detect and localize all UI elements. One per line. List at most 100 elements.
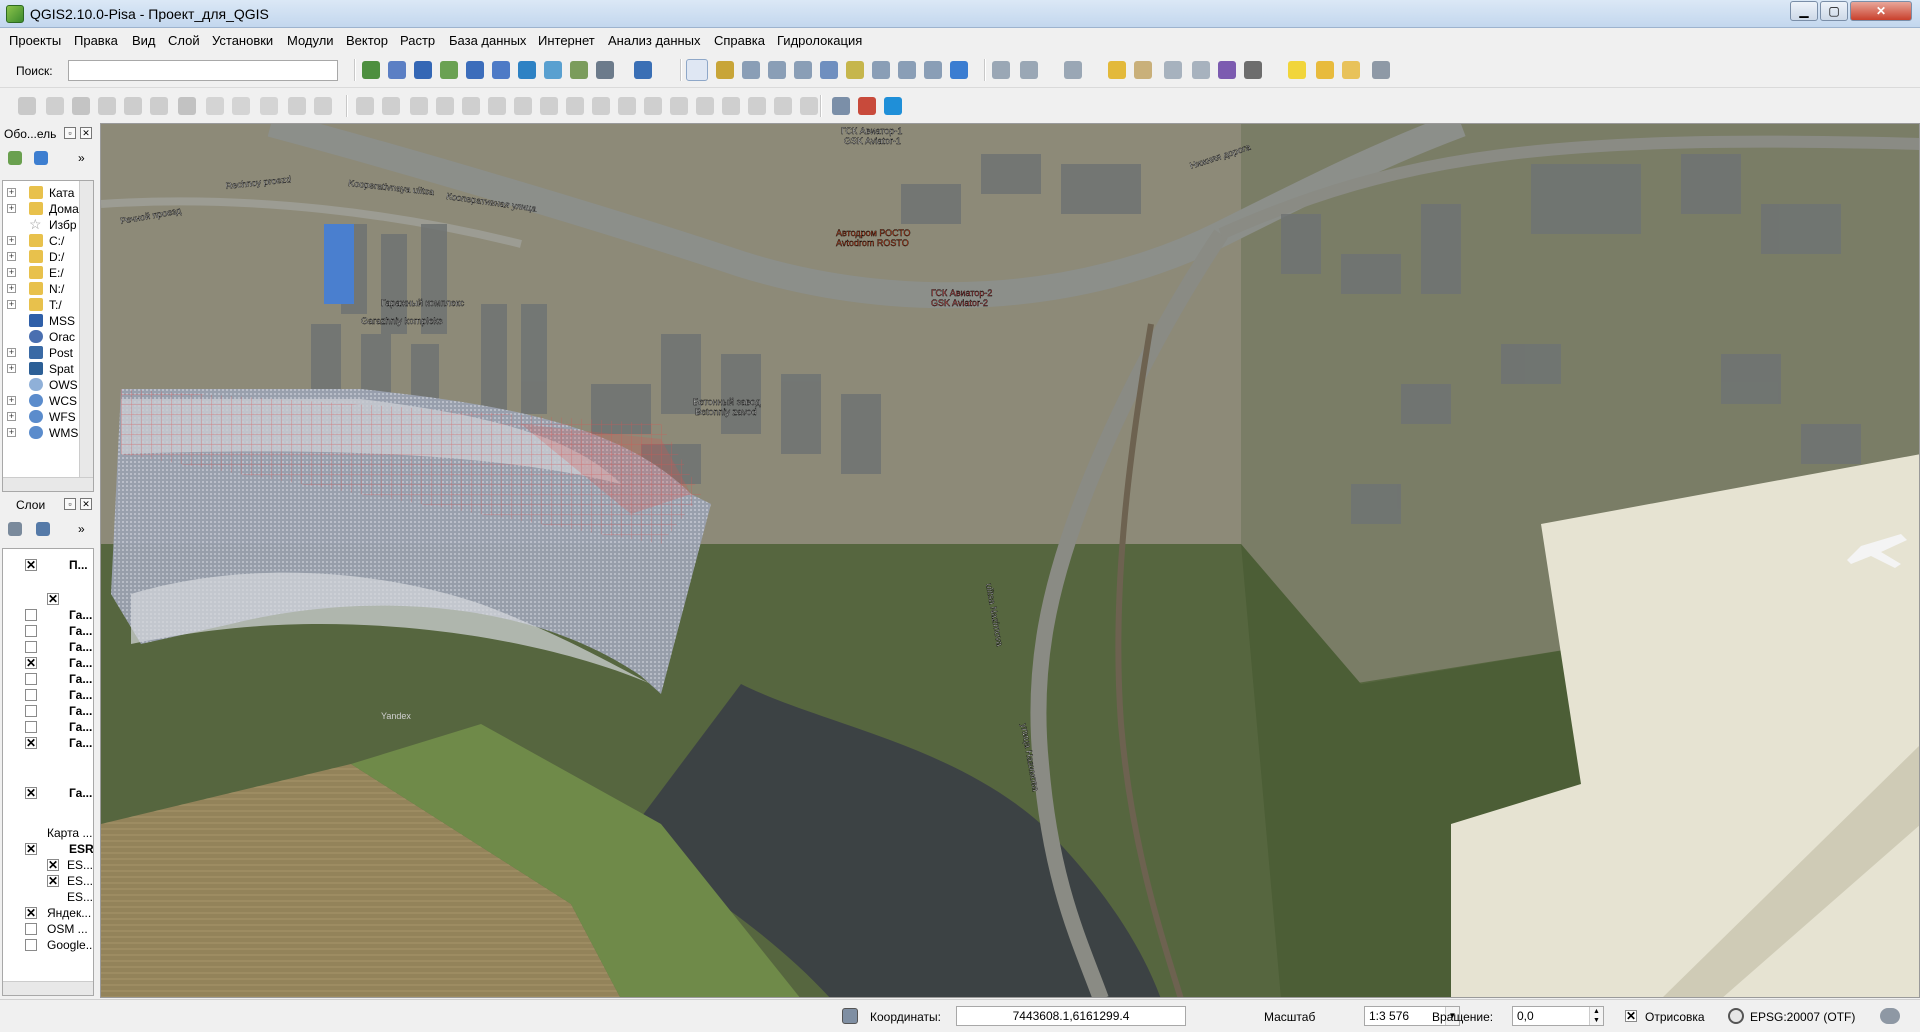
measure-icon[interactable]	[1244, 61, 1262, 79]
copy-features-icon[interactable]	[232, 97, 250, 115]
close-panel-button[interactable]: ✕	[80, 498, 92, 510]
identify-icon[interactable]	[992, 61, 1010, 79]
search-input[interactable]	[68, 60, 338, 81]
menu-web[interactable]: Интернет	[538, 33, 595, 48]
menu-data-analysis[interactable]: Анализ данных	[608, 33, 701, 48]
select-by-expression-icon[interactable]	[1134, 61, 1152, 79]
sonar-track-icon[interactable]	[858, 97, 876, 115]
toggle-editing-icon[interactable]	[46, 97, 64, 115]
menu-raster[interactable]: Растр	[400, 33, 435, 48]
merge-features-icon[interactable]	[670, 97, 688, 115]
open-project-icon[interactable]	[388, 61, 406, 79]
layer-item[interactable]: Га...	[3, 703, 93, 719]
zoom-layer-icon[interactable]	[872, 61, 890, 79]
layer-item[interactable]: Га...	[3, 639, 93, 655]
add-wcs-icon[interactable]	[544, 61, 562, 79]
layer-esri[interactable]: ✕ ES...	[3, 873, 93, 889]
add-wms-icon[interactable]	[518, 61, 536, 79]
layers-hscrollbar[interactable]	[3, 981, 93, 995]
layer-item[interactable]: Га...	[3, 623, 93, 639]
more-chevron-icon[interactable]: »	[78, 522, 85, 536]
save-edits-icon[interactable]	[72, 97, 90, 115]
render-checkbox[interactable]: ✕	[1625, 1010, 1637, 1022]
redo-icon[interactable]	[382, 97, 400, 115]
messages-icon[interactable]	[1880, 1008, 1900, 1024]
map-svg[interactable]: ГСК Авиатор-1 GSK Aviator-1 Rechnoy proe…	[101, 124, 1920, 998]
browser-vscrollbar[interactable]	[79, 181, 93, 477]
layer-symbol[interactable]: ✕	[3, 591, 93, 607]
add-layer-dropdown-icon[interactable]	[596, 61, 614, 79]
sonar-grid-icon[interactable]	[884, 97, 902, 115]
pan-hand-icon[interactable]	[686, 59, 708, 81]
zoom-in-icon[interactable]	[742, 61, 760, 79]
filter-legend-icon[interactable]	[36, 522, 50, 536]
layer-visibility-icon[interactable]	[8, 522, 22, 536]
text-annotation-icon[interactable]	[1372, 61, 1390, 79]
zoom-selection-icon[interactable]	[846, 61, 864, 79]
layer-group-p[interactable]: ✕ П...	[3, 557, 93, 573]
db-manager-icon[interactable]	[634, 61, 652, 79]
menu-edit[interactable]: Правка	[74, 33, 118, 48]
split-features-icon[interactable]	[618, 97, 636, 115]
add-wfs-icon[interactable]	[570, 61, 588, 79]
add-part-icon[interactable]	[462, 97, 480, 115]
add-selected-icon[interactable]	[8, 151, 22, 165]
spin-arrows-icon[interactable]: ▲ ▼	[1589, 1007, 1603, 1025]
layer-item[interactable]: ✕ Га...	[3, 735, 93, 751]
layer-google[interactable]: Google...	[3, 937, 93, 953]
rotation-spinbox[interactable]: 0,0 ▲ ▼	[1512, 1006, 1604, 1026]
label-tool-icon[interactable]	[288, 97, 306, 115]
add-vector-icon[interactable]	[440, 61, 458, 79]
layer-yandex[interactable]: ✕ Яндек...	[3, 905, 93, 921]
menu-help[interactable]: Справка	[714, 33, 765, 48]
layer-item[interactable]: Га...	[3, 687, 93, 703]
show-bookmarks-icon[interactable]	[1342, 61, 1360, 79]
statistics-sigma-icon[interactable]	[1218, 61, 1236, 79]
delete-ring-icon[interactable]	[514, 97, 532, 115]
select-features-icon[interactable]	[1064, 61, 1082, 79]
paste-features-icon[interactable]	[260, 97, 278, 115]
close-button[interactable]: ✕	[1850, 1, 1912, 21]
layer-osm[interactable]: OSM ...	[3, 921, 93, 937]
layer-group-esri[interactable]: ✕ ESR	[3, 841, 93, 857]
add-ring-icon[interactable]	[436, 97, 454, 115]
maximize-button[interactable]: ▢	[1820, 1, 1848, 21]
menu-layer[interactable]: Слой	[168, 33, 200, 48]
more-chevron-icon[interactable]: »	[78, 151, 85, 165]
move-feature-icon[interactable]	[124, 97, 142, 115]
zoom-last-icon[interactable]	[898, 61, 916, 79]
minimize-button[interactable]: ▁	[1790, 1, 1818, 21]
layer-item[interactable]: Га...	[3, 671, 93, 687]
float-panel-button[interactable]: ▫	[64, 127, 76, 139]
layer-item[interactable]: ✕ Га...	[3, 785, 93, 801]
layer-esri[interactable]: ✕ ES...	[3, 857, 93, 873]
layer-item[interactable]: ✕ Га...	[3, 655, 93, 671]
refresh-browser-icon[interactable]	[34, 151, 48, 165]
zoom-full-icon[interactable]	[820, 61, 838, 79]
crs-label[interactable]: EPSG:20007 (OTF)	[1750, 1010, 1855, 1024]
offset-curve-icon[interactable]	[592, 97, 610, 115]
coordinate-toggle-icon[interactable]	[842, 1008, 858, 1024]
crs-globe-icon[interactable]	[1728, 1008, 1744, 1024]
save-project-icon[interactable]	[414, 61, 432, 79]
rotate-feature-icon[interactable]	[748, 97, 766, 115]
menu-plugins[interactable]: Модули	[287, 33, 334, 48]
float-panel-button[interactable]: ▫	[64, 498, 76, 510]
rotate-point-icon[interactable]	[722, 97, 740, 115]
pan-to-selection-icon[interactable]	[716, 61, 734, 79]
delete-part-icon[interactable]	[540, 97, 558, 115]
zoom-out-icon[interactable]	[768, 61, 786, 79]
simplify-icon[interactable]	[410, 97, 428, 115]
action-icon[interactable]	[1020, 61, 1038, 79]
add-postgis-icon[interactable]	[492, 61, 510, 79]
delete-selected-icon[interactable]	[178, 97, 196, 115]
menu-database[interactable]: База данных	[449, 33, 526, 48]
map-tips-icon[interactable]	[1288, 61, 1306, 79]
layer-item[interactable]: Га...	[3, 719, 93, 735]
menu-projects[interactable]: Проекты	[9, 33, 61, 48]
zoom-native-icon[interactable]	[794, 61, 812, 79]
menu-view[interactable]: Вид	[132, 33, 156, 48]
change-label-icon[interactable]	[800, 97, 818, 115]
refresh-icon[interactable]	[950, 61, 968, 79]
rotate-label-icon[interactable]	[774, 97, 792, 115]
